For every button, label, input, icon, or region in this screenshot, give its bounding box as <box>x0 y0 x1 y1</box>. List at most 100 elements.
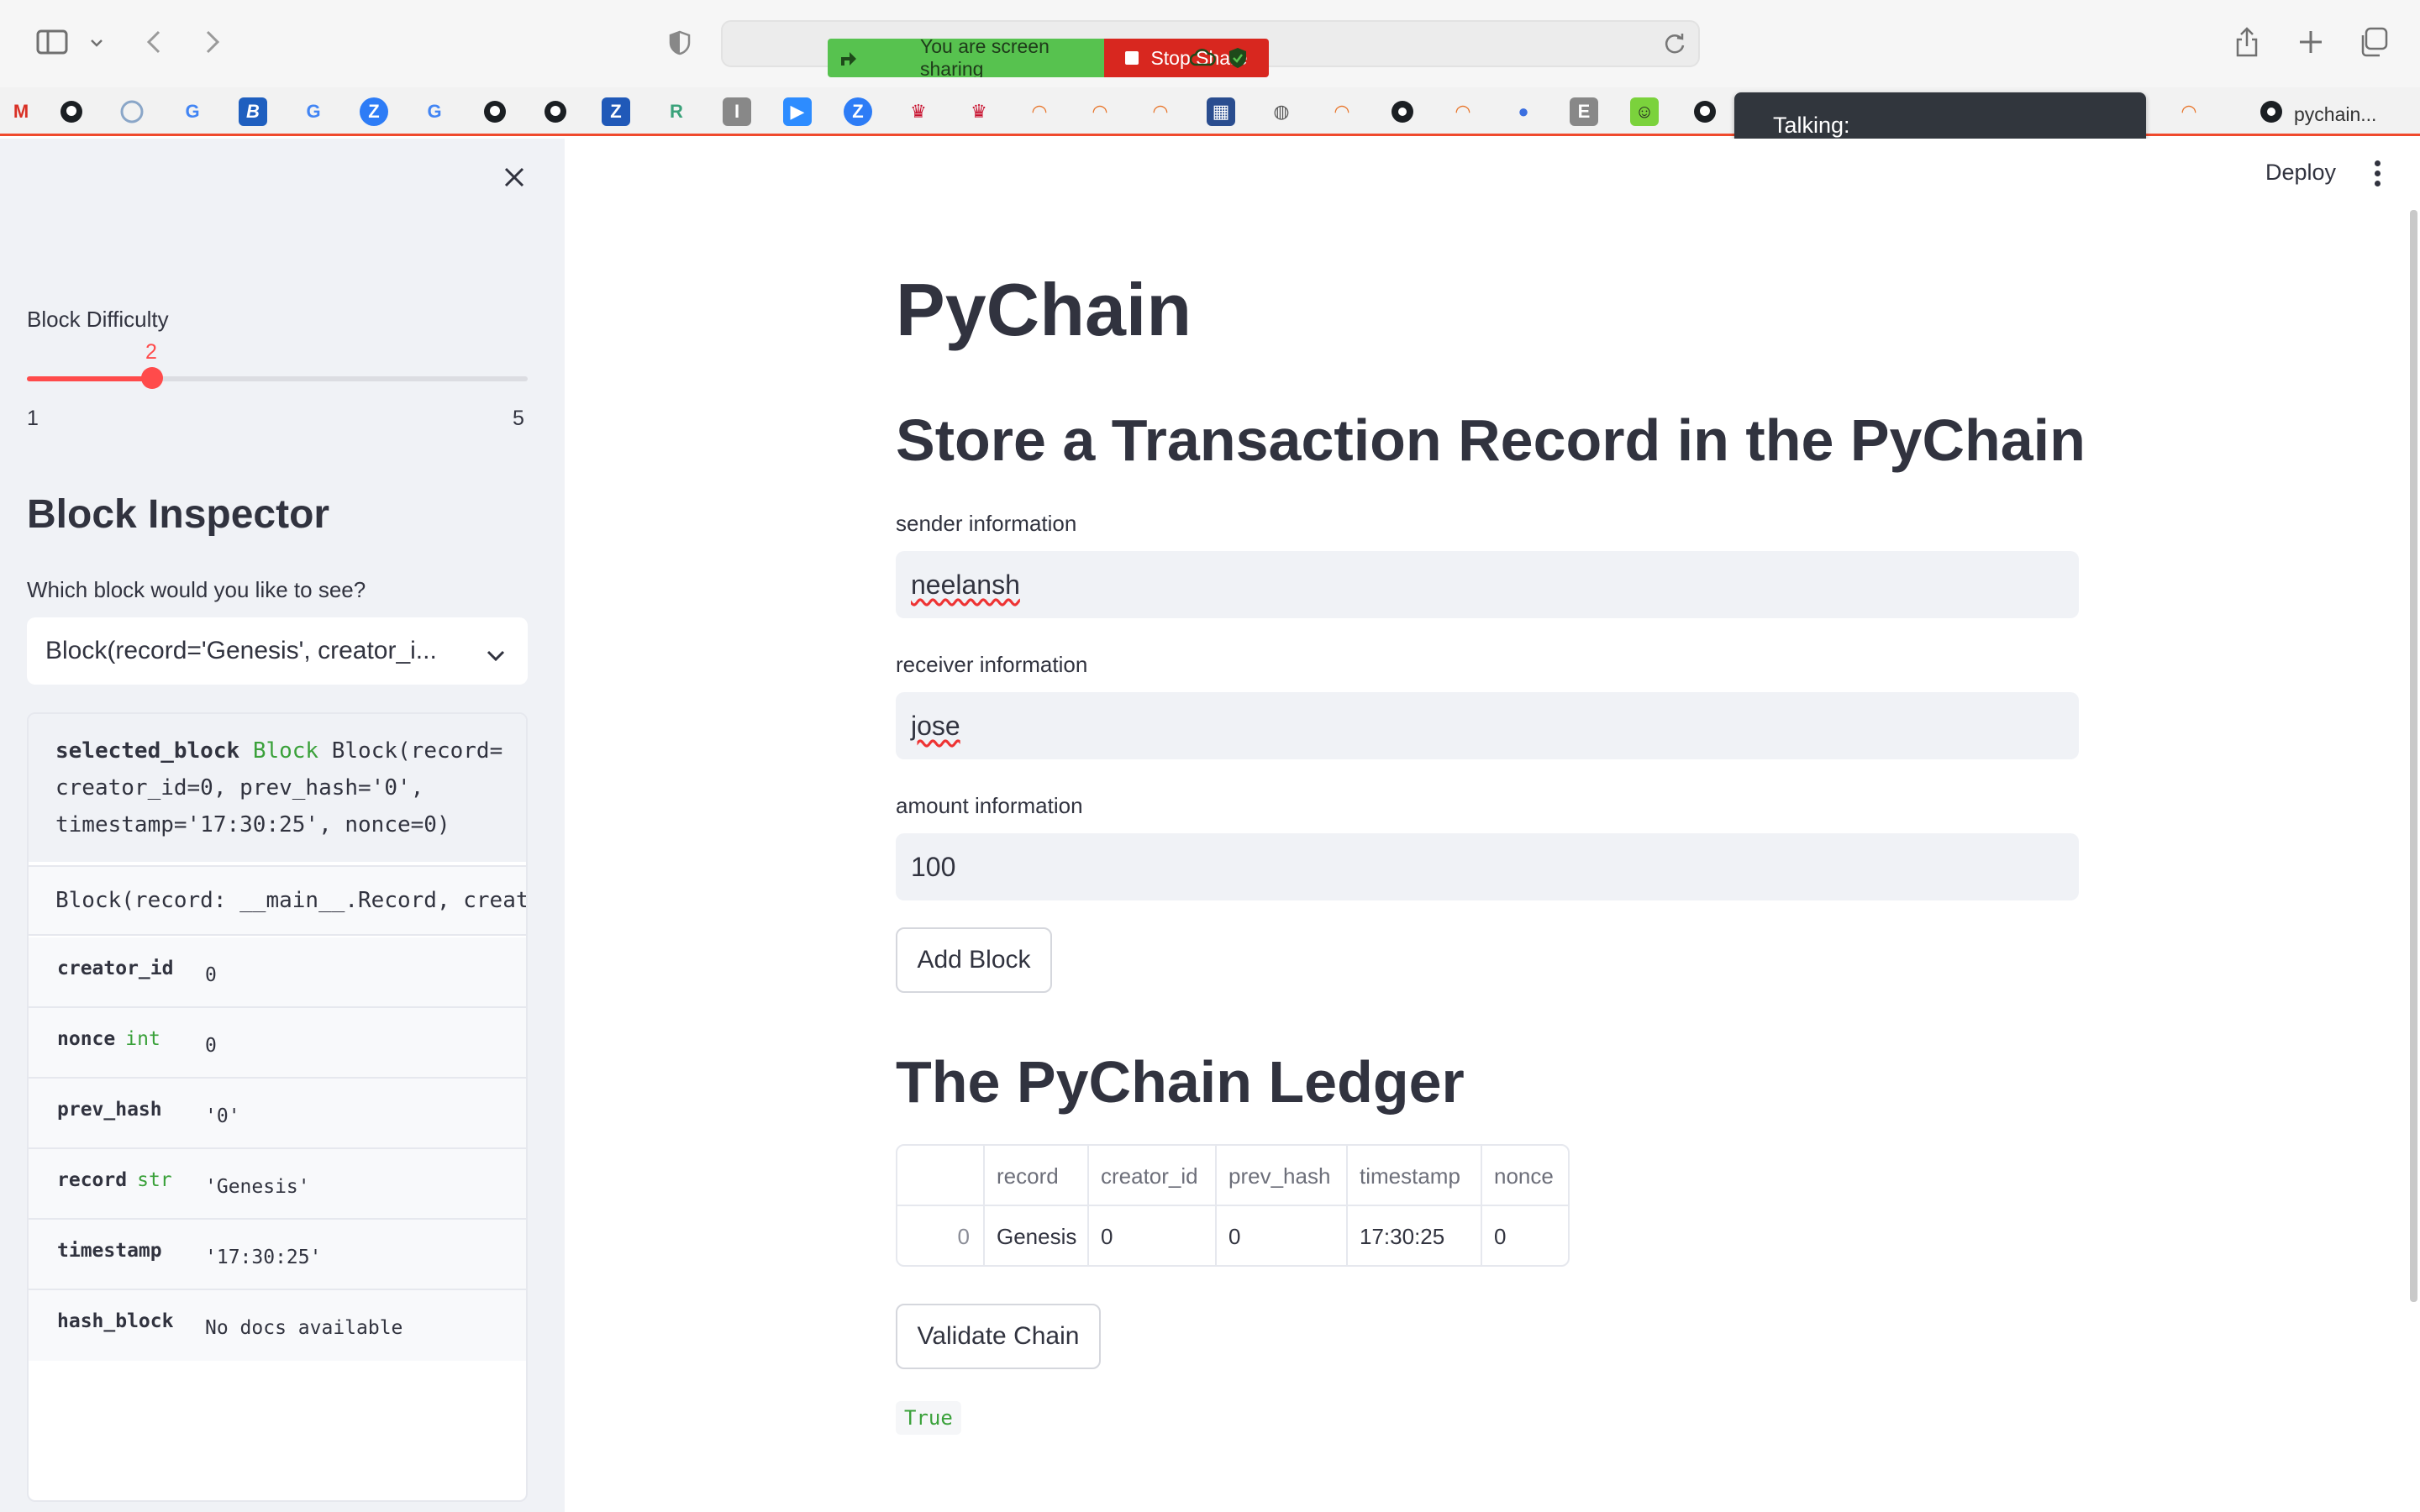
globe-bookmark-icon[interactable]: ◍ <box>1267 97 1296 126</box>
zoom-bookmark-icon[interactable]: ▶ <box>783 97 812 126</box>
cell-prev-hash[interactable]: 0 <box>1217 1206 1240 1265</box>
difficulty-slider-thumb[interactable] <box>141 367 163 389</box>
browser-toolbar: You are screen sharing Stop Share <box>0 0 2420 87</box>
amount-label: amount information <box>896 793 1083 818</box>
google-bookmark-icon[interactable]: G <box>178 97 207 126</box>
cell-timestamp[interactable]: 17:30:25 <box>1348 1206 1444 1265</box>
column-header-nonce[interactable]: nonce <box>1482 1146 1554 1206</box>
jupyter-bookmark-icon[interactable]: ◠ <box>1328 97 1356 126</box>
inspect-key-name: timestamp <box>57 1240 162 1262</box>
pychain-bookmark-icon[interactable] <box>1388 97 1417 126</box>
main-content <box>565 139 2420 1512</box>
inspect-repr-line1: Block(record= <box>331 738 503 764</box>
validate-chain-button[interactable]: Validate Chain <box>896 1304 1101 1369</box>
crown-bookmark-icon[interactable]: ♛ <box>965 97 993 126</box>
z-bookmark-icon[interactable]: Z <box>602 97 630 126</box>
face-bookmark-icon[interactable] <box>118 97 146 126</box>
sidebar-toggle-icon[interactable] <box>34 25 71 59</box>
add-block-button[interactable]: Add Block <box>896 927 1052 993</box>
chevron-down-icon[interactable] <box>87 34 106 52</box>
column-header-creator-id[interactable]: creator_id <box>1089 1146 1198 1206</box>
gmail-bookmark-icon[interactable]: M <box>7 97 35 126</box>
i-bookmark-icon[interactable]: I <box>723 97 751 126</box>
block-inspect-panel: selected_block Block Block(record= creat… <box>27 712 528 1502</box>
sender-label: sender information <box>896 511 1077 536</box>
inspect-signature: Block(record: __main__.Record, creator_i… <box>29 865 526 936</box>
amount-value: 100 <box>911 851 956 882</box>
google-bookmark-icon[interactable]: G <box>420 97 449 126</box>
inspect-key: nonce int <box>57 1028 160 1050</box>
block-select[interactable]: Block(record='Genesis', creator_i... <box>27 617 528 685</box>
inspect-value: 'Genesis' <box>205 1176 310 1198</box>
zoom-z-bookmark-icon[interactable]: Z <box>844 97 872 126</box>
tab-overview-icon[interactable] <box>2356 25 2390 59</box>
e-bookmark-icon[interactable]: E <box>1570 97 1598 126</box>
new-tab-icon[interactable] <box>2296 27 2326 57</box>
active-tab-label: pychain... <box>2294 102 2377 125</box>
github-bookmark-icon[interactable] <box>481 97 509 126</box>
deploy-button[interactable]: Deploy <box>2265 160 2336 186</box>
screen-share-text: You are screen sharing <box>920 39 1050 77</box>
jupyter-bookmark-icon[interactable]: ◠ <box>1449 97 1477 126</box>
github-bookmark-icon[interactable] <box>541 97 570 126</box>
receiver-input[interactable]: jose <box>896 692 2079 759</box>
amount-input[interactable]: 100 <box>896 833 2079 900</box>
scrollbar[interactable] <box>2410 210 2417 1302</box>
active-tab[interactable]: pychain... <box>2259 99 2376 129</box>
validation-result: True <box>896 1401 961 1435</box>
screen-share-status: You are screen sharing <box>828 39 1246 77</box>
inspect-var-name: selected_block <box>55 738 240 764</box>
jupyter-bookmark-icon[interactable]: ◠ <box>1025 97 1054 126</box>
blue-globe-bookmark-icon[interactable]: ● <box>1509 97 1538 126</box>
block-select-label: Which block would you like to see? <box>27 577 366 602</box>
cell-nonce[interactable]: 0 <box>1482 1206 1506 1265</box>
school-bookmark-icon[interactable]: ▦ <box>1207 97 1235 126</box>
cloud-icon <box>1189 48 1216 73</box>
section-title-store: Store a Transaction Record in the PyChai… <box>896 407 2086 473</box>
column-header-prev-hash[interactable]: prev_hash <box>1217 1146 1330 1206</box>
crown-bookmark-icon[interactable]: ♛ <box>904 97 933 126</box>
back-icon[interactable] <box>141 27 166 57</box>
smiley-bookmark-icon[interactable]: ☺ <box>1630 97 1659 126</box>
cell-creator-id[interactable]: 0 <box>1089 1206 1113 1265</box>
sender-input[interactable]: neelansh <box>896 551 2079 618</box>
r-bookmark-icon[interactable]: R <box>662 97 691 126</box>
row-index: 0 <box>957 1223 970 1249</box>
jupyter-bookmark-icon[interactable]: ◠ <box>1146 97 1175 126</box>
forward-icon[interactable] <box>200 27 225 57</box>
difficulty-slider[interactable] <box>27 367 528 389</box>
more-menu-icon[interactable] <box>2375 160 2383 191</box>
column-header-timestamp[interactable]: timestamp <box>1348 1146 1460 1206</box>
inspect-key: prev_hash <box>57 1099 172 1121</box>
inspect-type-name: Block <box>252 738 319 764</box>
cell-record[interactable]: Genesis <box>985 1206 1076 1265</box>
inspect-key: hash_block <box>57 1310 183 1332</box>
shield-check-icon <box>1228 47 1248 74</box>
zoom-z-bookmark-icon[interactable]: Z <box>360 97 388 126</box>
ledger-table[interactable]: record creator_id prev_hash timestamp no… <box>896 1144 1570 1267</box>
inspect-value: 0 <box>205 1035 217 1057</box>
share-icon[interactable] <box>2232 24 2262 60</box>
google-bookmark-icon[interactable]: G <box>299 97 328 126</box>
difficulty-value: 2 <box>145 340 157 364</box>
inspect-value: '17:30:25' <box>205 1247 322 1268</box>
chevron-down-icon <box>486 641 506 669</box>
inspect-row: record str 'Genesis' <box>29 1149 526 1220</box>
github-bookmark-icon[interactable] <box>1691 97 1719 126</box>
inspect-header: selected_block Block Block(record= creat… <box>29 714 526 862</box>
column-header-record[interactable]: record <box>985 1146 1059 1206</box>
close-sidebar-icon[interactable] <box>497 160 531 194</box>
inspect-key: timestamp <box>57 1240 172 1262</box>
reload-icon[interactable] <box>1663 32 1686 60</box>
github-bookmark-icon[interactable] <box>57 97 86 126</box>
jupyter-bookmark-icon[interactable]: ◠ <box>1086 97 1114 126</box>
privacy-shield-icon[interactable] <box>667 29 692 57</box>
share-arrow-icon <box>838 47 860 74</box>
inspect-row: prev_hash '0' <box>29 1079 526 1149</box>
b-bookmark-icon[interactable]: B <box>239 97 267 126</box>
jupyter-bookmark-icon[interactable]: ◠ <box>2175 97 2203 126</box>
inspector-title: Block Inspector <box>27 492 330 537</box>
inspect-row: timestamp '17:30:25' <box>29 1220 526 1290</box>
inspect-row: nonce int 0 <box>29 1008 526 1079</box>
inspect-key-type: str <box>137 1169 172 1191</box>
